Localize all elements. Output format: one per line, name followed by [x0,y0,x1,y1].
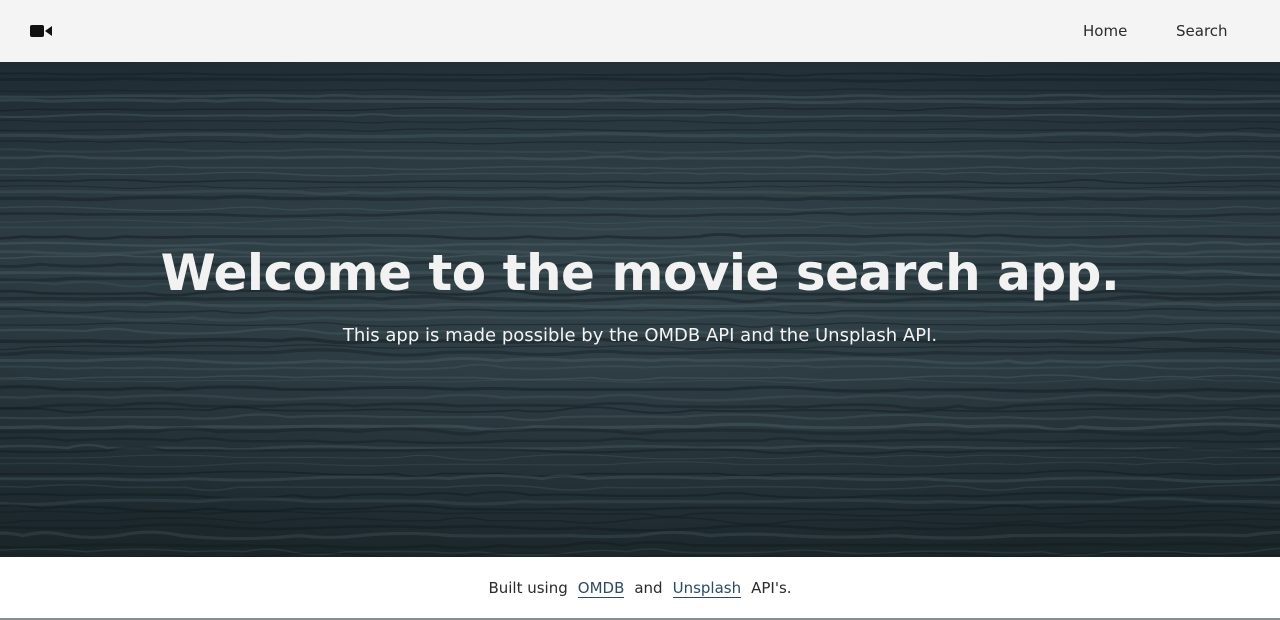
footer-connector: and [634,579,663,597]
footer-suffix: API's. [751,579,792,597]
omdb-link[interactable]: OMDB [577,579,625,598]
hero-title: Welcome to the movie search app. [160,244,1120,302]
hero-subtitle: This app is made possible by the OMDB AP… [342,325,938,346]
video-camera-icon[interactable] [30,24,52,38]
unsplash-link[interactable]: Unsplash [672,579,742,598]
nav-link-home[interactable]: Home [1083,22,1127,40]
navbar: Home Search [0,0,1280,62]
nav-link-search[interactable]: Search [1176,22,1228,40]
ocean-background-image [0,62,1280,557]
footer-prefix: Built using [488,579,568,597]
footer: Built using OMDB and Unsplash API's. [0,557,1280,620]
hero-section: Welcome to the movie search app. This ap… [0,62,1280,557]
footer-credits: Built using OMDB and Unsplash API's. [0,577,1280,599]
